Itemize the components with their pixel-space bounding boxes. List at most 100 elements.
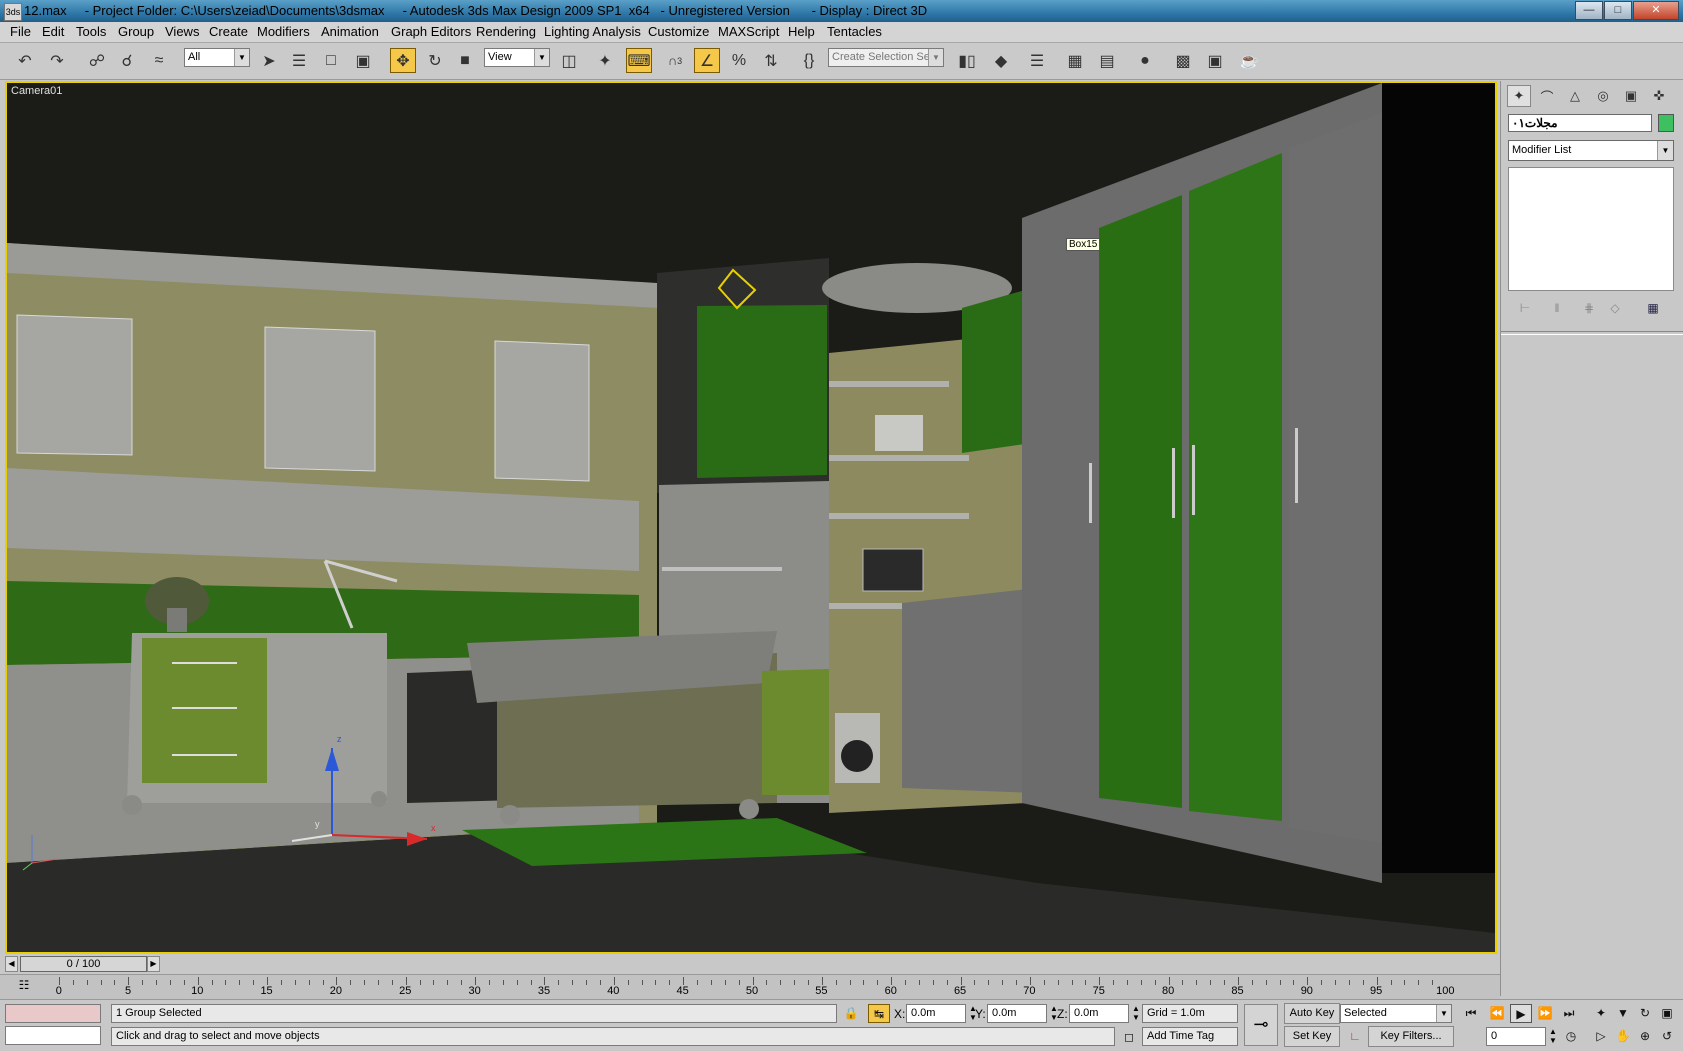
roll-camera-icon[interactable]: ⊕ xyxy=(1634,1027,1656,1046)
remove-modifier-icon[interactable]: ◇ xyxy=(1604,299,1626,317)
modify-tab-icon[interactable]: ⌒ xyxy=(1535,85,1559,107)
window-crossing-icon[interactable]: ▣ xyxy=(350,48,376,73)
menu-edit[interactable]: Edit xyxy=(42,24,64,39)
show-end-result-icon[interactable]: ‖ xyxy=(1546,299,1568,317)
named-selection-dropdown[interactable]: Create Selection Set ▼ xyxy=(828,48,944,67)
lock-selection-icon[interactable]: 🔒 xyxy=(840,1004,862,1023)
render-teapot-icon[interactable]: ☕ xyxy=(1236,48,1262,73)
angle-snap-icon[interactable]: ∠ xyxy=(694,48,720,73)
mini-curve-editor-icon[interactable]: ☷ xyxy=(14,978,34,994)
maxscript-input-mini[interactable] xyxy=(5,1026,101,1045)
pivot-icon[interactable]: ◫ xyxy=(556,48,582,73)
set-key-mode-icon[interactable]: ⊸ xyxy=(1244,1004,1278,1046)
scale-icon[interactable]: ■ xyxy=(452,48,478,73)
set-key-button[interactable]: Set Key xyxy=(1284,1026,1340,1047)
field-of-view-icon[interactable]: ▼ xyxy=(1612,1004,1634,1023)
menu-customize[interactable]: Customize xyxy=(648,24,709,39)
walk-through-icon[interactable]: ↺ xyxy=(1656,1027,1678,1046)
orbit-camera-icon[interactable]: ↻ xyxy=(1634,1004,1656,1023)
schematic-view-icon[interactable]: ▤ xyxy=(1094,48,1120,73)
curve-editor-icon[interactable]: ▦ xyxy=(1062,48,1088,73)
menu-group[interactable]: Group xyxy=(118,24,154,39)
create-tab-icon[interactable]: ✦ xyxy=(1507,85,1531,107)
menu-graph-editors[interactable]: Graph Editors xyxy=(391,24,471,39)
menu-help[interactable]: Help xyxy=(788,24,815,39)
play-icon[interactable]: ▶ xyxy=(1510,1004,1532,1023)
edit-named-selection-icon[interactable]: {} xyxy=(796,48,822,73)
menu-create[interactable]: Create xyxy=(209,24,248,39)
modifier-list-dropdown[interactable]: Modifier List ▼ xyxy=(1508,140,1674,161)
maximize-icon[interactable]: □ xyxy=(1604,1,1632,20)
menu-rendering[interactable]: Rendering xyxy=(476,24,536,39)
percent-snap-icon[interactable]: % xyxy=(726,48,752,73)
previous-frame-icon[interactable]: ⏪ xyxy=(1486,1004,1508,1023)
menu-tools[interactable]: Tools xyxy=(76,24,106,39)
hierarchy-tab-icon[interactable]: △ xyxy=(1563,85,1587,107)
current-frame-field[interactable]: 0 xyxy=(1486,1027,1546,1046)
pin-stack-icon[interactable]: ⊢ xyxy=(1514,299,1536,317)
frame-spinner-icon[interactable]: ▲ ▼ xyxy=(1549,1027,1557,1045)
menu-maxscript[interactable]: MAXScript xyxy=(718,24,779,39)
bind-space-warp-icon[interactable]: ≈ xyxy=(146,48,172,73)
modifier-stack[interactable] xyxy=(1508,167,1674,291)
redo-icon[interactable]: ↷ xyxy=(44,48,70,73)
move-icon[interactable]: ✥ xyxy=(390,48,416,73)
menu-lighting-analysis[interactable]: Lighting Analysis xyxy=(544,24,641,39)
key-mode-dropdown[interactable]: Selected ▼ xyxy=(1340,1004,1452,1023)
keyboard-shortcut-icon[interactable]: ⌨ xyxy=(626,48,652,73)
mirror-icon[interactable]: ▮▯ xyxy=(954,48,980,73)
menu-modifiers[interactable]: Modifiers xyxy=(257,24,310,39)
maxscript-listener-mini[interactable] xyxy=(5,1004,101,1023)
motion-tab-icon[interactable]: ◎ xyxy=(1591,85,1615,107)
prev-frame-arrow-icon[interactable]: ◀ xyxy=(5,956,18,972)
object-name-field[interactable]: مجلات٠١ xyxy=(1508,114,1652,132)
time-tag-icon[interactable]: ◻ xyxy=(1118,1028,1140,1047)
time-slider[interactable]: ◀ 0 / 100 ▶ xyxy=(5,955,1497,973)
z-coordinate-field[interactable]: 0.0m xyxy=(1069,1004,1129,1023)
track-bar[interactable]: ☷ 0 5 10 15 20 25 30 35 40 45 50 55 60 65 70 75 80 85 90 95… xyxy=(0,974,1500,999)
camera-viewport[interactable]: Camera01 Box15 z x y xyxy=(5,81,1497,954)
align-icon[interactable]: ◆ xyxy=(988,48,1014,73)
dolly-camera-icon[interactable]: ▷ xyxy=(1590,1027,1612,1046)
menu-tentacles[interactable]: Tentacles xyxy=(827,24,882,39)
key-filters-button[interactable]: Key Filters... xyxy=(1368,1026,1454,1047)
display-tab-icon[interactable]: ▣ xyxy=(1619,85,1643,107)
go-to-start-icon[interactable]: ⏮ xyxy=(1460,1004,1482,1023)
rotate-icon[interactable]: ↻ xyxy=(422,48,448,73)
maximize-viewport-icon[interactable]: ▣ xyxy=(1656,1004,1678,1023)
manipulate-icon[interactable]: ✦ xyxy=(592,48,618,73)
material-editor-icon[interactable]: ● xyxy=(1132,48,1158,73)
time-configuration-icon[interactable]: ◷ xyxy=(1560,1027,1582,1046)
time-slider-thumb[interactable]: 0 / 100 xyxy=(20,956,147,972)
add-time-tag[interactable]: Add Time Tag xyxy=(1142,1027,1238,1046)
y-coordinate-field[interactable]: 0.0m xyxy=(987,1004,1047,1023)
default-in-out-tangent-icon[interactable]: ∟ xyxy=(1344,1027,1366,1046)
menu-views[interactable]: Views xyxy=(165,24,199,39)
layer-manager-icon[interactable]: ☰ xyxy=(1024,48,1050,73)
pan-hand-icon[interactable]: ✋ xyxy=(1612,1027,1634,1046)
menu-file[interactable]: File xyxy=(10,24,31,39)
utilities-tab-icon[interactable]: ✜ xyxy=(1647,85,1671,107)
z-spinner-icon[interactable]: ▲ ▼ xyxy=(1132,1004,1140,1022)
next-frame-arrow-icon[interactable]: ▶ xyxy=(147,956,160,972)
zoom-extents-all-icon[interactable]: ✦ xyxy=(1590,1004,1612,1023)
render-setup-icon[interactable]: ▩ xyxy=(1170,48,1196,73)
rendered-frame-icon[interactable]: ▣ xyxy=(1202,48,1228,73)
menu-animation[interactable]: Animation xyxy=(321,24,379,39)
rect-selection-icon[interactable]: □ xyxy=(318,48,344,73)
snap-icon[interactable]: ∩ 3 xyxy=(662,48,688,73)
select-object-icon[interactable]: ➤ xyxy=(256,48,282,73)
spinner-snap-icon[interactable]: ⇅ xyxy=(758,48,784,73)
viewport-label[interactable]: Camera01 xyxy=(11,85,62,97)
unlink-icon[interactable]: ☌ xyxy=(114,48,140,73)
close-icon[interactable]: ✕ xyxy=(1633,1,1679,20)
minimize-icon[interactable]: — xyxy=(1575,1,1603,20)
object-color-swatch[interactable] xyxy=(1658,114,1674,132)
make-unique-icon[interactable]: ⋕ xyxy=(1578,299,1600,317)
configure-modifier-sets-icon[interactable]: ▦ xyxy=(1642,299,1664,317)
next-frame-icon[interactable]: ⏩ xyxy=(1534,1004,1556,1023)
select-link-icon[interactable]: ☍ xyxy=(84,48,110,73)
x-coordinate-field[interactable]: 0.0m xyxy=(906,1004,966,1023)
auto-key-button[interactable]: Auto Key xyxy=(1284,1003,1340,1024)
selection-filter-dropdown[interactable]: All ▼ xyxy=(184,48,250,67)
